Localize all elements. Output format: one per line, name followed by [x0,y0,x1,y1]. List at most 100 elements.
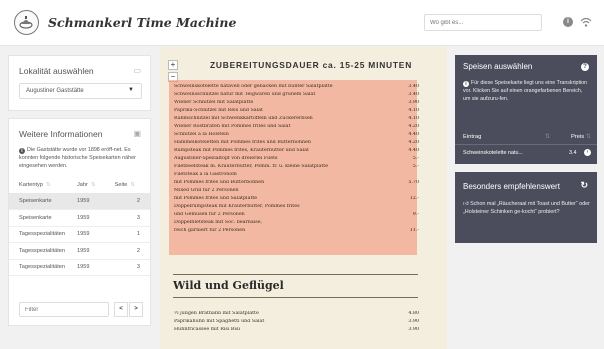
column-header-kartentyp[interactable]: Kartentyp ⇅ [9,177,71,194]
menu-line-price: 5.70 [408,180,419,185]
next-page-button[interactable]: > [129,302,143,317]
column-header-label: Preis [571,134,585,140]
top-bar: Schmankerl Time Machine i [0,0,604,46]
prev-page-button[interactable]: < [114,302,128,317]
cell-seite: 1 [110,226,150,243]
menu-line-text: Schweinskotelette natavell oder gebacken… [174,84,333,89]
menu-line[interactable]: Wiener Rostbraten mit Pommes frites und … [174,124,419,129]
menu-line-price: 4.10 [408,108,419,113]
column-header-jahr[interactable]: Jahr ⇅ [71,177,111,194]
cell-jahr: 1959 [71,209,111,227]
dish-table-header: Eintrag ⇅ Preis ⇅ [455,130,597,145]
search-input[interactable] [424,14,542,31]
help-icon[interactable]: ? [581,63,589,71]
menu-line-price: 3.40 [408,92,419,97]
location-panel: Lokalität auswählen ▭ Augustiner Gaststä… [8,55,151,111]
table-row[interactable]: Speisenkarte 1959 3 [9,209,150,227]
dish-row[interactable]: Schweinskotelette natu... 3.4 › [455,146,597,161]
menu-line-price: 3.90 [408,100,419,105]
column-header-seite[interactable]: Seite ⇅ [110,177,150,194]
dish-entry: Schweinskotelette natu... [463,150,523,156]
cell-seite: 2 [110,193,150,210]
column-header-label: Kartentyp [19,181,43,188]
menu-line: Paprikahuhn mit Spaghetti und Salat 3.90 [174,319,419,324]
cell-jahr: 1959 [71,259,111,276]
logo-icon[interactable] [14,10,39,35]
menu-line-text: Huhnfricassee mit Risi Bisi [174,327,240,332]
cell-seite: 3 [110,209,150,227]
menu-heading: ZUBEREITUNGSDAUER ca. 15-25 MINUTEN [210,60,413,70]
photo-icon: ▣ [133,129,141,138]
menu-line[interactable]: Mixed Grill für 2 Personen [174,188,419,193]
table-row[interactable]: Tagesspezialitäten 1959 3 [9,259,150,276]
cell-kartentyp: Speisenkarte [9,209,71,227]
menu-line[interactable]: Schnitzel a la Holstein 4.40 [174,132,419,137]
sort-icon: ⇅ [130,181,136,188]
menu-line[interactable]: Hammelkoteletten mit Pommes frites und B… [174,140,419,145]
menu-line-text: und Gemüsen für 2 Personen [174,212,245,217]
menu-line-text: Filetsteak a la Gastronom [174,172,237,177]
menu-line[interactable]: reich garniert für 2 Personen 11.- [174,228,419,233]
chevron-down-icon: ▼ [128,87,134,93]
location-select[interactable]: Augustiner Gaststätte ▼ [19,83,142,99]
menu-line-text: Doppelrumpsteak mit Kräuterbutter, Pomme… [174,204,300,209]
menu-line[interactable]: Filetbeefsteak m. Kräuterbutter, Pomm. f… [174,164,419,169]
menu-line: ½ jungen Brathahn mit Salatplatte 4.80 [174,311,419,316]
app-title[interactable]: Schmankerl Time Machine [48,15,236,30]
column-header-entry[interactable]: Eintrag ⇅ [463,134,550,140]
menu-line-text: Filetbeefsteak m. Kräuterbutter, Pomm. f… [174,164,329,169]
recommendation-text-body: Schon mal „Räucheraal mit Toast und Butt… [463,201,590,215]
table-row[interactable]: Tagesspezialitäten 1959 1 [9,226,150,243]
menu-line[interactable]: Paprika-Schnitzel mit Reis und Salat 4.10 [174,108,419,113]
menu-line[interactable]: Schweinskotelette natavell oder gebacken… [174,84,419,89]
menu-line[interactable]: Doppelfiletsteak mit Soc. bearnaise, [174,220,419,225]
sort-icon: ⇅ [45,181,51,188]
menu-line[interactable]: Wiener Schnitzel mit Salatplatte 3.90 [174,100,419,105]
menu-line-price: 4.40 [408,132,419,137]
dish-selection-panel: Speisen auswählen ? i Für diese Speisekar… [455,55,597,164]
map-icon: ▭ [133,66,141,75]
menu-line[interactable]: Rahmschnitzel mit Schwenkkartoffeln und … [174,116,419,121]
menu-line[interactable]: mit Pommes frites und Butterbohnen 5.70 [174,180,419,185]
zoom-in-button[interactable]: + [168,60,178,70]
menu-line[interactable]: mit Pommes frites und Salatplatte 12.- [174,196,419,201]
menu-line-price: 3.90 [408,327,419,332]
info-description-text: Die Gaststätte wurde vor 1898 eröff-net.… [19,147,136,169]
menu-line-text: Mixed Grill für 2 Personen [174,188,239,193]
menu-card-table: Kartentyp ⇅ Jahr ⇅ Seite ⇅ Speisenkarte 195… [9,177,150,276]
info-icon[interactable]: i [563,17,573,27]
menu-line-text: Augustiner-Spezialtopf von dreierlei Fil… [174,156,278,161]
location-select-value: Augustiner Gaststätte [26,88,84,94]
column-header-price[interactable]: Preis ⇅ [571,134,591,140]
menu-line[interactable]: Doppelrumpsteak mit Kräuterbutter, Pomme… [174,204,419,209]
wifi-icon[interactable] [580,16,592,28]
table-row[interactable]: Speisenkarte 1959 2 [9,193,150,210]
menu-line-price: 3.90 [408,319,419,324]
info-panel: Weitere Informationen ▣ i Die Gaststätte … [8,118,151,326]
menu-line[interactable]: Augustiner-Spezialtopf von dreierlei Fil… [174,156,419,161]
column-header-label: Seite [114,181,128,188]
info-icon: i [463,81,469,87]
menu-line-text: Schweinsschnitzel natur mit Teigwaren un… [174,92,316,97]
menu-section-heading: Wild und Geflügel [173,279,284,292]
menu-line-text: Doppelfiletsteak mit Soc. bearnaise, [174,220,263,225]
menu-line-text: Wiener Schnitzel mit Salatplatte [174,100,254,105]
menu-line[interactable]: Schweinsschnitzel natur mit Teigwaren un… [174,92,419,97]
dish-panel-title: Speisen auswählen [463,62,533,71]
divider [173,274,418,275]
refresh-icon[interactable]: ↻ [580,180,588,191]
recommendation-text: 👍︎ Schon mal „Räucheraal mit Toast und B… [463,200,591,216]
sort-icon: ⇅ [545,134,550,140]
menu-line-price: 4.20 [408,124,419,129]
arrow-right-icon[interactable]: › [584,149,591,156]
filter-input[interactable] [19,302,109,317]
menu-line-price: 5.- [412,156,419,161]
menu-line-price: 12.- [409,196,419,201]
table-row[interactable]: Tagesspezialitäten 1959 2 [9,242,150,260]
menu-line[interactable]: und Gemüsen für 2 Personen 9.- [174,212,419,217]
menu-line-text: Rumpsteak mit Pommes frites, Kräuterbutt… [174,148,309,153]
menu-line[interactable]: Filetsteak a la Gastronom [174,172,419,177]
menu-line[interactable]: Rumpsteak mit Pommes frites, Kräuterbutt… [174,148,419,153]
column-header-label: Jahr [77,181,88,188]
menu-line-text: Rahmschnitzel mit Schwenkkartoffeln und … [174,116,313,121]
